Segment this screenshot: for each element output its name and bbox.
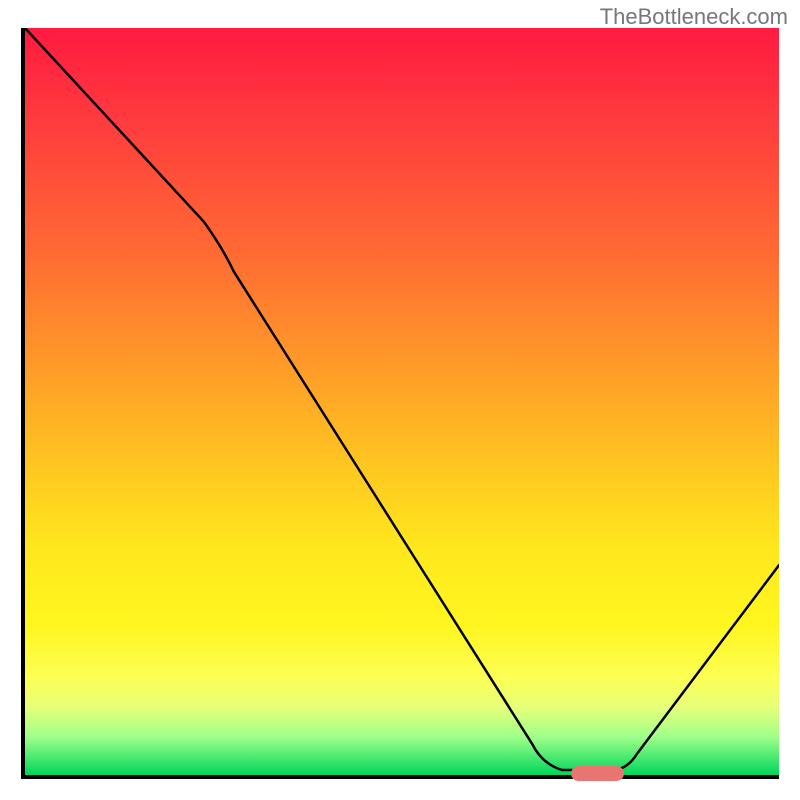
highlight-marker [571,766,624,781]
plot-area [21,28,779,779]
chart-container: TheBottleneck.com [0,0,800,800]
watermark-text: TheBottleneck.com [600,4,788,30]
curve-svg [25,28,779,775]
curve-line [25,28,779,770]
